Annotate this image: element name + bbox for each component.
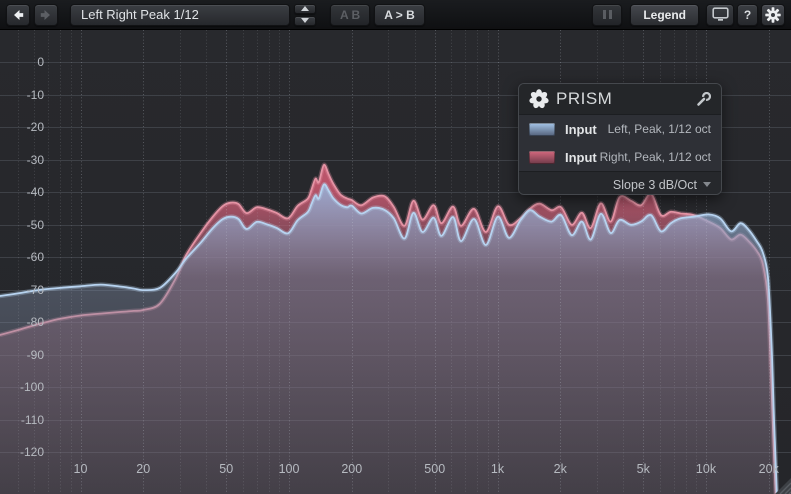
down-triangle-icon (301, 18, 309, 23)
legend-toggle-button[interactable]: Legend (630, 4, 699, 26)
preset-stepper (294, 4, 316, 26)
panel-title: PRISM (556, 89, 612, 109)
legend-panel: PRISM Input Left, Peak, 1/12 oct Input R… (518, 83, 722, 195)
legend-row-name: Input (565, 150, 597, 165)
a-to-b-copy-button[interactable]: A > B (374, 4, 425, 26)
legend-panel-header: PRISM (519, 84, 721, 115)
prism-logo-icon (529, 89, 549, 109)
db-tick-label: -10 (0, 87, 44, 103)
toolbar: Left Right Peak 1/12 A B A > B Legend ? (0, 0, 791, 30)
db-tick-label: -80 (0, 314, 44, 330)
freq-tick-label: 10k (696, 462, 716, 476)
toolbar-right-group: Legend ? (592, 4, 785, 26)
legend-panel-body: Input Left, Peak, 1/12 oct Input Right, … (519, 115, 721, 171)
db-tick-label: -50 (0, 217, 44, 233)
panel-settings-wrench-button[interactable] (696, 92, 711, 107)
legend-row-name: Input (565, 122, 597, 137)
freq-tick-label: 200 (341, 462, 362, 476)
db-tick-label: -20 (0, 119, 44, 135)
wrench-icon (696, 92, 711, 107)
help-button[interactable]: ? (737, 4, 758, 26)
freq-tick-label: 20k (759, 462, 779, 476)
settings-button[interactable] (761, 4, 785, 26)
back-arrow-icon (10, 7, 26, 23)
preset-selector-value: Left Right Peak 1/12 (81, 7, 199, 22)
spectrum-display[interactable]: 0 -10 -20 -30 -40 -50 -60 -70 -80 -90 -100 -110 -120… (0, 30, 791, 494)
right-channel-swatch (529, 151, 555, 164)
db-tick-label: -120 (0, 444, 44, 460)
pause-icon (603, 10, 612, 19)
gear-icon (765, 7, 781, 23)
forward-button[interactable] (34, 4, 58, 26)
db-tick-label: -60 (0, 249, 44, 265)
slope-selector-label: Slope 3 dB/Oct (613, 178, 697, 192)
legend-row-detail: Left, Peak, 1/12 oct (608, 122, 711, 136)
pause-button[interactable] (592, 4, 622, 26)
freq-tick-label: 50 (219, 462, 233, 476)
ab-compare-button[interactable]: A B (330, 4, 370, 26)
forward-arrow-icon (38, 7, 54, 23)
slope-dropdown-arrow-icon (703, 182, 711, 187)
monitor-icon (712, 7, 729, 22)
freq-tick-label: 500 (424, 462, 445, 476)
db-tick-label: -40 (0, 184, 44, 200)
slope-selector[interactable]: Slope 3 dB/Oct (519, 171, 721, 195)
back-button[interactable] (6, 4, 30, 26)
up-triangle-icon (301, 6, 309, 11)
freq-tick-label: 100 (279, 462, 300, 476)
freq-tick-label: 2k (554, 462, 567, 476)
db-tick-label: 0 (0, 54, 44, 70)
freq-tick-label: 20 (136, 462, 150, 476)
legend-row-left-input[interactable]: Input Left, Peak, 1/12 oct (519, 115, 721, 143)
preset-step-down-button[interactable] (294, 16, 316, 26)
legend-row-detail: Right, Peak, 1/12 oct (600, 150, 711, 164)
db-tick-label: -30 (0, 152, 44, 168)
display-settings-button[interactable] (706, 4, 734, 26)
db-tick-label: -70 (0, 282, 44, 298)
freq-tick-label: 5k (637, 462, 650, 476)
freq-tick-label: 10 (74, 462, 88, 476)
db-tick-label: -110 (0, 412, 44, 428)
window-resize-grip[interactable] (774, 477, 791, 494)
db-tick-label: -100 (0, 379, 44, 395)
db-tick-label: -90 (0, 347, 44, 363)
freq-tick-label: 1k (491, 462, 504, 476)
preset-selector[interactable]: Left Right Peak 1/12 (70, 4, 290, 26)
preset-step-up-button[interactable] (294, 4, 316, 14)
legend-row-right-input[interactable]: Input Right, Peak, 1/12 oct (519, 143, 721, 171)
left-channel-swatch (529, 123, 555, 136)
